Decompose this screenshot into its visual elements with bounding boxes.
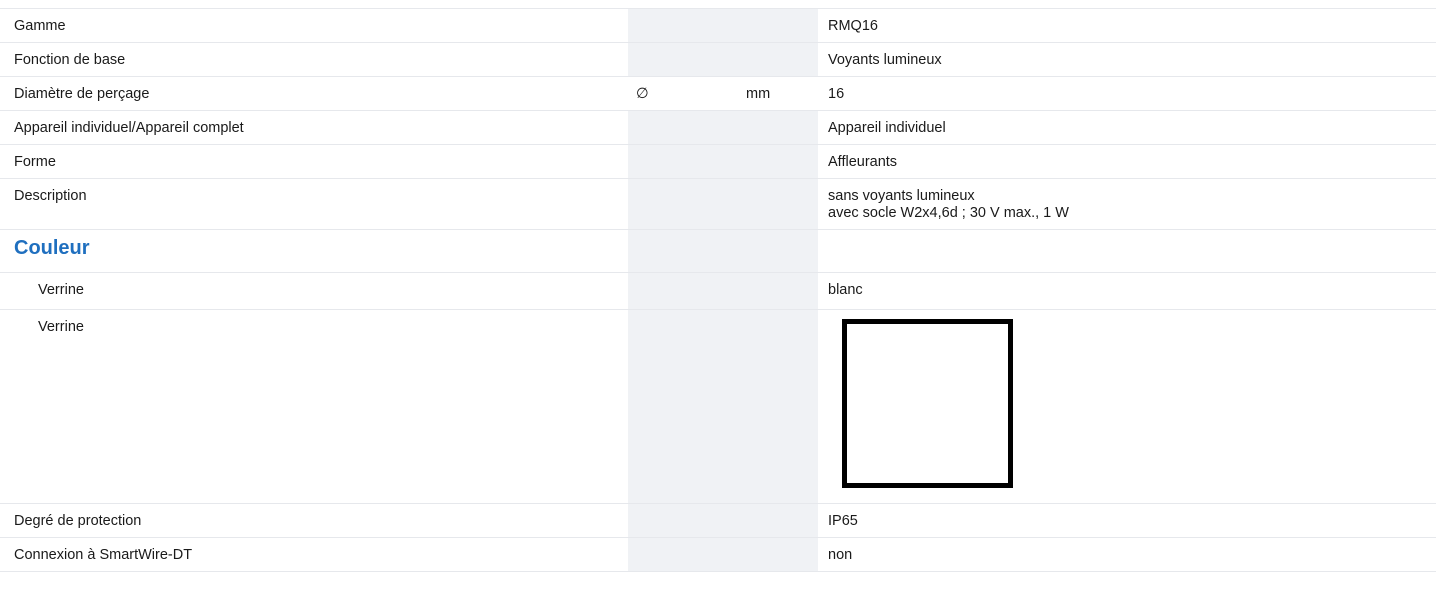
color-swatch-white — [842, 319, 1013, 488]
row-label-description: Description — [14, 188, 87, 204]
row-value-appareil: Appareil individuel — [828, 120, 946, 136]
row-value-forme: Affleurants — [828, 154, 898, 170]
row-value-smartwire: non — [828, 547, 853, 563]
table-row: Couleur — [0, 229, 1436, 273]
diameter-symbol: ∅ — [636, 86, 649, 102]
row-label-appareil: Appareil individuel/Appareil complet — [14, 120, 244, 136]
section-title-couleur: Couleur — [14, 237, 90, 259]
row-label-verrine: Verrine — [38, 282, 84, 298]
row-value-description: sans voyants lumineux avec socle W2x4,6d… — [828, 179, 1436, 222]
table-row: Appareil individuel/Appareil complet App… — [0, 110, 1436, 145]
row-label-smartwire: Connexion à SmartWire-DT — [14, 547, 193, 563]
table-row: Forme Affleurants — [0, 144, 1436, 179]
table-row: Degré de protection IP65 — [0, 503, 1436, 538]
table-row: Fonction de base Voyants lumineux — [0, 42, 1436, 77]
row-value-gamme: RMQ16 — [828, 18, 878, 34]
unit-label: mm — [746, 86, 771, 102]
description-line-1: sans voyants lumineux — [828, 188, 975, 204]
row-label-verrine-swatch: Verrine — [38, 319, 84, 335]
row-value-protection: IP65 — [828, 513, 858, 529]
table-row: Description sans voyants lumineux avec s… — [0, 178, 1436, 230]
table-row: Gamme RMQ16 — [0, 8, 1436, 43]
spec-table: Gamme RMQ16 Fonction de base Voyants lum… — [0, 8, 1436, 572]
description-line-2: avec socle W2x4,6d ; 30 V max., 1 W — [828, 205, 1069, 221]
row-label-diametre: Diamètre de perçage — [14, 86, 150, 102]
row-value-diametre: 16 — [828, 86, 845, 102]
row-label-fonction: Fonction de base — [14, 52, 126, 68]
table-row: Verrine — [0, 309, 1436, 504]
row-value-verrine: blanc — [828, 282, 863, 298]
row-label-protection: Degré de protection — [14, 513, 142, 529]
table-row: Connexion à SmartWire-DT non — [0, 537, 1436, 572]
table-row: Verrine blanc — [0, 272, 1436, 310]
row-label-forme: Forme — [14, 154, 56, 170]
row-value-fonction: Voyants lumineux — [828, 52, 942, 68]
row-label-gamme: Gamme — [14, 18, 66, 34]
table-row: Diamètre de perçage ∅ mm 16 — [0, 76, 1436, 111]
